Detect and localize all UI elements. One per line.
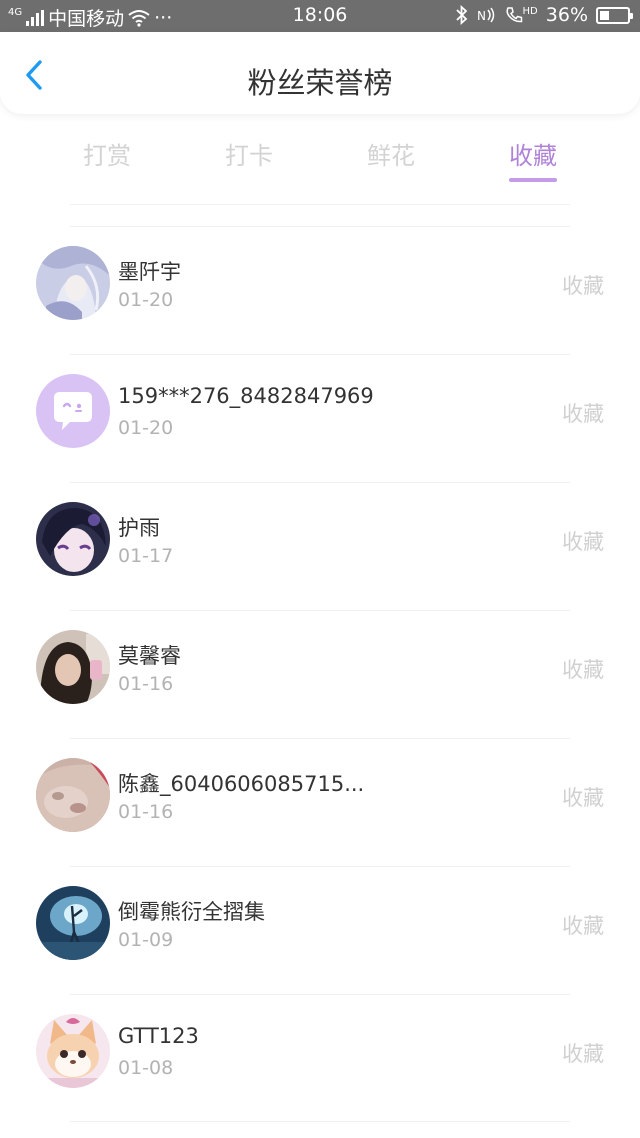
favorite-label: 收藏 [562, 914, 604, 938]
fan-date: 01-20 [118, 417, 174, 439]
anime-white-hair-avatar[interactable] [36, 246, 110, 320]
page-header: 粉丝荣誉榜 [0, 32, 640, 114]
divider [70, 994, 570, 995]
anime-dark-hair-avatar[interactable] [36, 502, 110, 576]
hd-label: HD [522, 6, 538, 17]
favorite-label: 收藏 [562, 786, 604, 810]
list-item[interactable]: GTT123 01-08 收藏 [0, 994, 640, 1122]
fan-date: 01-17 [118, 545, 174, 567]
nfc-icon: N [477, 7, 494, 23]
page-title: 粉丝荣誉榜 [247, 66, 393, 100]
pink-blurry-avatar[interactable] [36, 758, 110, 832]
list-item[interactable]: 墨阡宇 01-20 收藏 [0, 226, 640, 354]
battery-percent: 36% [545, 4, 588, 26]
fan-date: 01-08 [118, 1057, 174, 1079]
divider [70, 610, 570, 611]
tab-bar: 打赏 打卡 鲜花 收藏 [0, 130, 640, 186]
status-bar-right: N HD 36% [455, 4, 633, 26]
fan-name: 护雨 [118, 516, 160, 540]
favorite-label: 收藏 [562, 274, 604, 298]
fan-name: GTT123 [118, 1024, 199, 1048]
girl-photo-avatar[interactable] [36, 630, 110, 704]
tab-flowers[interactable]: 鲜花 [341, 136, 441, 171]
tab-favorites[interactable]: 收藏 [483, 136, 583, 171]
divider [70, 738, 570, 739]
divider [70, 866, 570, 867]
list-item[interactable]: 莫馨睿 01-16 收藏 [0, 610, 640, 738]
fan-date: 01-20 [118, 289, 174, 311]
divider [70, 204, 570, 205]
fan-name: 倒霉熊衍全摺集 [118, 900, 265, 924]
status-bar: 4G 中国移动 ··· 18:06 N HD 36% [0, 0, 640, 32]
fan-list: 墨阡宇 01-20 收藏 159***276_8482847969 01-20 … [0, 226, 640, 1122]
list-item[interactable]: 159***276_8482847969 01-20 收藏 [0, 354, 640, 482]
favorite-label: 收藏 [562, 1042, 604, 1066]
divider [70, 482, 570, 483]
fan-name: 159***276_8482847969 [118, 384, 374, 408]
battery-icon [596, 6, 633, 24]
favorite-label: 收藏 [562, 530, 604, 554]
fan-date: 01-09 [118, 929, 174, 951]
bluetooth-icon [455, 5, 467, 25]
fan-date: 01-16 [118, 801, 174, 823]
list-item[interactable]: 倒霉熊衍全摺集 01-09 收藏 [0, 866, 640, 994]
fox-plush-avatar[interactable] [36, 1014, 110, 1088]
fan-name: 陈鑫_6040606085715... [118, 772, 365, 796]
svg-text:N: N [477, 9, 486, 23]
favorite-label: 收藏 [562, 402, 604, 426]
tab-checkin[interactable]: 打卡 [199, 136, 299, 171]
fan-name: 墨阡宇 [118, 260, 181, 284]
tab-reward[interactable]: 打赏 [57, 136, 157, 171]
favorite-label: 收藏 [562, 658, 604, 682]
divider [70, 1121, 570, 1122]
active-tab-indicator [509, 178, 557, 182]
hd-call-icon: HD [505, 6, 538, 24]
blue-scene-avatar[interactable] [36, 886, 110, 960]
divider [70, 226, 570, 227]
fan-date: 01-16 [118, 673, 174, 695]
fan-name: 莫馨睿 [118, 644, 181, 668]
list-item[interactable]: 护雨 01-17 收藏 [0, 482, 640, 610]
default-chat-bubble-avatar[interactable] [36, 374, 110, 448]
list-item[interactable]: 陈鑫_6040606085715... 01-16 收藏 [0, 738, 640, 866]
divider [70, 354, 570, 355]
